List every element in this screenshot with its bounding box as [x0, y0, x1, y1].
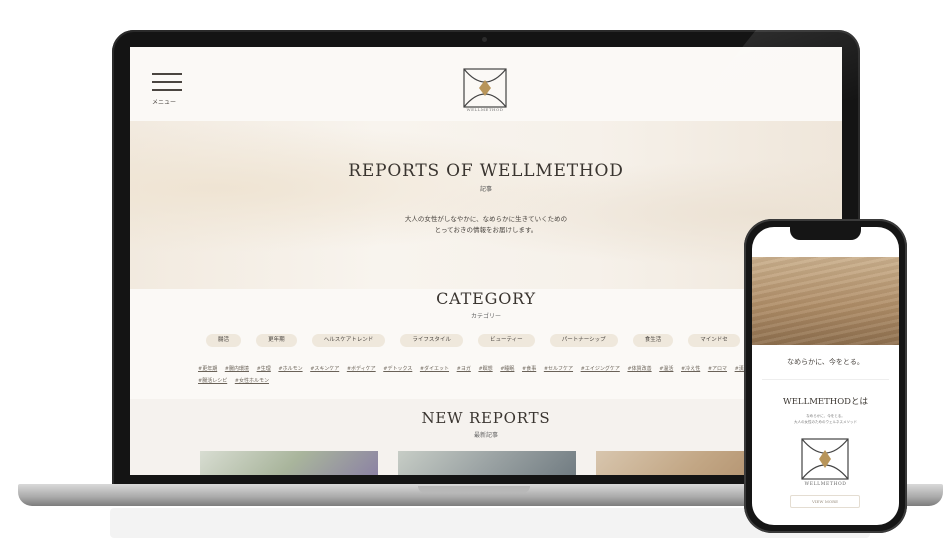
- tag-link[interactable]: #更年期: [198, 366, 217, 372]
- tag-link[interactable]: #腸活レシピ: [198, 378, 227, 384]
- hamburger-icon: [152, 73, 182, 75]
- tag-link[interactable]: #エイジングケア: [581, 366, 620, 372]
- tag-link[interactable]: #温活: [659, 366, 673, 372]
- divider: [762, 379, 889, 380]
- phone-logo-caption: WELLMETHOD: [804, 482, 847, 487]
- category-chip[interactable]: 腸活: [206, 334, 242, 347]
- tag-link[interactable]: #生理: [257, 366, 271, 372]
- tag-link[interactable]: #女性ホルモン: [235, 378, 269, 384]
- new-reports-subtitle: 最新記事: [473, 432, 498, 439]
- diamond-icon: [479, 80, 491, 96]
- category-subtitle: カテゴリー: [470, 313, 501, 320]
- tag-link[interactable]: #腸内環境: [225, 366, 249, 372]
- laptop-screen: メニュー WELLMETHOD REPORTS OF WELLMETHOD 記事…: [130, 47, 842, 475]
- category-chip[interactable]: ライフスタイル: [400, 334, 463, 347]
- report-card-image[interactable]: [398, 451, 576, 475]
- category-chip[interactable]: 更年期: [256, 334, 297, 347]
- phone-tagline: なめらかに、今をとる。: [787, 358, 864, 366]
- category-chip[interactable]: ヘルスケアトレンド: [311, 334, 386, 347]
- category-chip[interactable]: 食生活: [632, 334, 674, 347]
- tag-link[interactable]: #ダイエット: [420, 366, 449, 372]
- tag-link[interactable]: #セルフケア: [544, 366, 573, 372]
- category-title: CATEGORY: [436, 289, 536, 308]
- tag-link[interactable]: #体質改善: [627, 366, 651, 372]
- tag-link[interactable]: #スキンケア: [310, 366, 339, 372]
- category-chip[interactable]: パートナーシップ: [549, 334, 618, 347]
- view-more-button[interactable]: VIEW MORE: [790, 495, 860, 508]
- tag-link[interactable]: #アロマ: [708, 366, 727, 372]
- tag-link[interactable]: #ボディケア: [347, 366, 376, 372]
- tag-link[interactable]: #ヨガ: [457, 366, 471, 372]
- tag-link[interactable]: #睡眠: [500, 366, 514, 372]
- hero-subtitle: 記事: [479, 186, 492, 193]
- hero-section: REPORTS OF WELLMETHOD 記事 大人の女性がしなやかに、なめら…: [130, 121, 842, 289]
- phone-screen: なめらかに、今をとる。 WELLMETHODとは なめらかに、今をとる。 大人の…: [752, 227, 899, 525]
- logo-caption: WELLMETHOD: [466, 107, 504, 112]
- menu-label: メニュー: [152, 99, 177, 106]
- laptop-camera: [482, 37, 487, 42]
- tag-link[interactable]: #ホルモン: [278, 366, 302, 372]
- phone-about-description: なめらかに、今をとる。 大人の女性のためのウェルネスメソッド: [794, 414, 857, 424]
- tag-link[interactable]: #冷え性: [681, 366, 700, 372]
- phone-notch: [790, 226, 861, 240]
- tag-link[interactable]: #瞑想: [478, 366, 492, 372]
- tag-link[interactable]: #食事: [522, 366, 536, 372]
- hero-title: REPORTS OF WELLMETHOD: [348, 161, 624, 181]
- category-chip[interactable]: ビューティー: [477, 334, 535, 347]
- category-chip[interactable]: マインドセ: [688, 334, 740, 347]
- laptop-trackpad-notch: [418, 486, 530, 493]
- phone-hero-image: [752, 257, 899, 345]
- phone-wellmethod-logo: [801, 438, 849, 480]
- new-reports-title: NEW REPORTS: [421, 409, 551, 427]
- hero-description: 大人の女性がしなやかに、なめらかに生きていくための とっておきの情報をお届けしま…: [404, 215, 568, 235]
- category-chips: 腸活 更年期 ヘルスケアトレンド ライフスタイル ビューティー パートナーシップ…: [206, 334, 750, 348]
- tag-list: #更年期 #腸内環境 #生理 #ホルモン #スキンケア #ボディケア #デトック…: [198, 363, 758, 387]
- phone-about-title: WELLMETHODとは: [782, 397, 868, 407]
- menu-button[interactable]: [152, 73, 182, 97]
- report-card-image[interactable]: [200, 451, 378, 475]
- tag-link[interactable]: #デトックス: [383, 366, 412, 372]
